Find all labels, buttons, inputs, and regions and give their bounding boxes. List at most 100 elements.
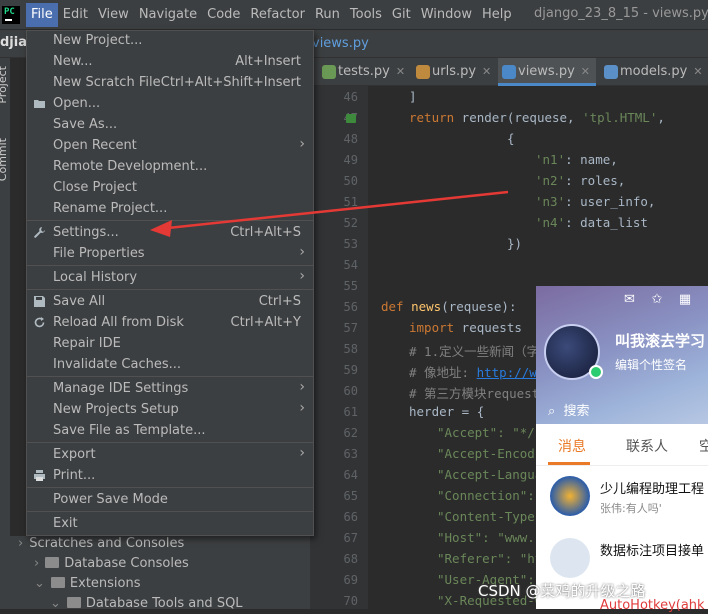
chat-search[interactable]: ⌕ 搜索 [548, 400, 590, 419]
menu-item-reload-all-from-disk[interactable]: Reload All from Disk Ctrl+Alt+Y [27, 312, 313, 333]
menu-item-exit[interactable]: Exit [27, 513, 313, 534]
menu-item-rename-project[interactable]: Rename Project... [27, 198, 313, 219]
tree-item-database-tools[interactable]: ⌄ Database Tools and SQL [50, 594, 243, 614]
menu-item-local-history[interactable]: Local History › [27, 267, 313, 288]
commit-tool-tab[interactable]: Commit [0, 138, 9, 181]
tab-label: urls.py [432, 64, 477, 79]
code-line: 'n1': name, [535, 152, 618, 167]
tab-label: models.py [620, 64, 688, 79]
tab-views-py[interactable]: views.py ✕ [498, 58, 596, 86]
tab-urls-py[interactable]: urls.py ✕ [412, 58, 491, 86]
menu-separator [27, 511, 313, 512]
chat-signature[interactable]: 编辑个性签名 [615, 356, 687, 373]
menu-item-open[interactable]: Open... [27, 93, 313, 114]
chevron-right-icon: › [299, 400, 305, 416]
menu-tools[interactable]: Tools [345, 3, 387, 27]
menu-item-new-projects-setup[interactable]: New Projects Setup › [27, 399, 313, 420]
code-line: return render(requese, 'tpl.HTML', [409, 110, 665, 125]
menu-navigate[interactable]: Navigate [134, 3, 202, 27]
tree-item-scratches[interactable]: › Scratches and Consoles [18, 534, 184, 554]
nav-file-name[interactable]: views.py [312, 36, 369, 51]
line-number: 70 [343, 594, 358, 608]
line-number: 57 [343, 321, 358, 335]
menu-item-label: Power Save Mode [53, 492, 168, 507]
menu-item-label: Manage IDE Settings [53, 381, 189, 396]
menu-item-new[interactable]: New... Alt+Insert [27, 51, 313, 72]
menu-item-power-save-mode[interactable]: Power Save Mode [27, 489, 313, 510]
menu-item-new-scratch-file[interactable]: New Scratch File Ctrl+Alt+Shift+Insert [27, 72, 313, 93]
line-number: 60 [343, 384, 358, 398]
list-item[interactable]: 少儿编程助理工程 张伟:有人吗' [536, 468, 708, 528]
line-number: 50 [343, 174, 358, 188]
user-avatar [550, 538, 590, 578]
menu-separator [27, 220, 313, 221]
menu-item-shortcut: Ctrl+Alt+Y [230, 315, 301, 330]
menu-item-close-project[interactable]: Close Project [27, 177, 313, 198]
html-template-gutter-icon[interactable] [346, 114, 356, 123]
line-number: 46 [343, 90, 358, 104]
menu-run[interactable]: Run [310, 3, 345, 27]
tab-tests-py[interactable]: tests.py ✕ [318, 58, 405, 86]
chat-item-title: 数据标注项目接单 [600, 544, 705, 559]
line-number: 65 [343, 489, 358, 503]
menu-code[interactable]: Code [202, 3, 245, 27]
code-line: "Accept-Langua [437, 467, 543, 482]
star-icon[interactable]: ✩ [651, 292, 662, 307]
reload-icon [34, 317, 45, 328]
close-icon[interactable]: ✕ [581, 65, 590, 78]
menu-item-label: New Scratch File [53, 75, 161, 90]
menu-help[interactable]: Help [477, 3, 517, 27]
folder-icon [50, 577, 65, 588]
menu-item-new-project[interactable]: New Project... [27, 30, 313, 51]
menu-edit[interactable]: Edit [58, 3, 93, 27]
close-icon[interactable]: ✕ [482, 65, 491, 78]
menu-item-save-all[interactable]: Save All Ctrl+S [27, 291, 313, 312]
left-tool-strip: Project Commit [0, 58, 10, 609]
menu-item-repair-ide[interactable]: Repair IDE [27, 333, 313, 354]
code-line: # 1.定义一些新闻（字 [409, 344, 540, 359]
close-icon[interactable]: ✕ [396, 65, 405, 78]
menu-item-file-properties[interactable]: File Properties › [27, 243, 313, 264]
close-icon[interactable]: ✕ [693, 65, 702, 78]
tab-messages[interactable]: 消息 [558, 436, 586, 456]
code-line: { [507, 131, 515, 146]
menu-git[interactable]: Git [387, 3, 416, 27]
menu-item-invalidate-caches[interactable]: Invalidate Caches... [27, 354, 313, 375]
line-number: 62 [343, 426, 358, 440]
menu-separator [27, 289, 313, 290]
menu-item-save-file-as-template[interactable]: Save File as Template... [27, 420, 313, 441]
menu-item-settings[interactable]: Settings... Ctrl+Alt+S [27, 222, 313, 243]
menu-item-label: Save As... [53, 117, 118, 132]
menu-item-print[interactable]: Print... [27, 465, 313, 486]
search-icon: ⌕ [548, 404, 556, 419]
tree-item-extensions[interactable]: ⌄ Extensions [34, 574, 141, 594]
tree-item-database-consoles[interactable]: › Database Consoles [34, 554, 189, 574]
menu-item-export[interactable]: Export › [27, 444, 313, 465]
menu-item-label: Settings... [53, 225, 119, 240]
project-tool-tab[interactable]: Project [0, 66, 9, 104]
group-avatar [550, 476, 590, 516]
menu-item-open-recent[interactable]: Open Recent › [27, 135, 313, 156]
tab-contacts[interactable]: 联系人 [626, 436, 668, 456]
menu-view[interactable]: View [93, 3, 134, 27]
menu-separator [27, 487, 313, 488]
menu-item-manage-ide-settings[interactable]: Manage IDE Settings › [27, 378, 313, 399]
menu-file[interactable]: File [26, 2, 58, 27]
line-number: 63 [343, 447, 358, 461]
menu-refactor[interactable]: Refactor [245, 3, 310, 27]
tab-more[interactable]: 空 [699, 436, 708, 456]
menu-item-label: Exit [53, 516, 78, 531]
grid-icon[interactable]: ▦ [679, 292, 691, 307]
menu-item-shortcut: Ctrl+Alt+S [230, 225, 301, 240]
menu-window[interactable]: Window [416, 3, 477, 27]
header-icons: ✉ ✩ ▦ [624, 292, 691, 307]
menu-item-remote-development[interactable]: Remote Development... [27, 156, 313, 177]
mail-icon[interactable]: ✉ [624, 292, 635, 307]
line-number: 68 [343, 552, 358, 566]
line-number: 59 [343, 363, 358, 377]
folder-icon [45, 557, 60, 568]
line-number: 52 [343, 216, 358, 230]
chat-header: ✉ ✩ ▦ 叫我滚去学习 编辑个性签名 ⌕ 搜索 [536, 286, 708, 424]
menu-item-save-as[interactable]: Save As... [27, 114, 313, 135]
tab-models-py[interactable]: models.py ✕ [600, 58, 703, 86]
